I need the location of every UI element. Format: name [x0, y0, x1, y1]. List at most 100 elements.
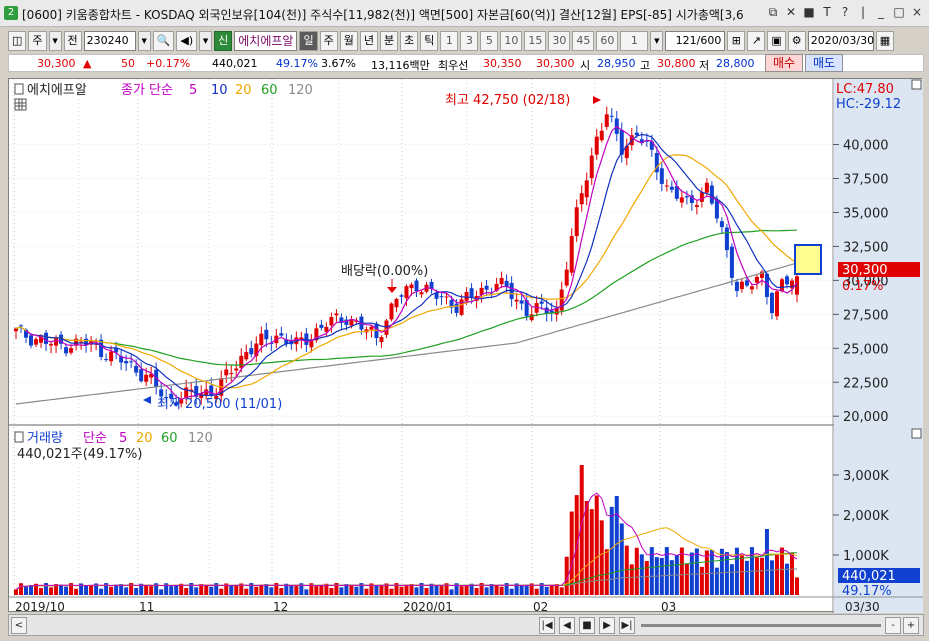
prev-button[interactable]: ◀	[559, 617, 575, 634]
volume-bar	[639, 554, 644, 595]
chevron-down-icon[interactable]: ▼	[137, 31, 151, 51]
step-3-button[interactable]: 3	[460, 31, 479, 51]
volume-ratio: 49.17%	[276, 57, 318, 70]
period-type2-select[interactable]: 전	[63, 31, 82, 51]
step-10-button[interactable]: 10	[500, 31, 523, 51]
window-close-icon[interactable]: ×	[909, 4, 925, 21]
volume-bar	[174, 584, 179, 595]
period-second-button[interactable]: 초	[400, 31, 419, 51]
volume-bar	[149, 586, 154, 595]
candle-body	[44, 332, 49, 344]
chart-area[interactable]: 40,000 37,500 35,000 32,500 30,000 27,500 25,0…	[8, 78, 923, 614]
save-icon[interactable]: ▣	[767, 31, 786, 51]
chevron-down-icon[interactable]: ▼	[48, 31, 62, 51]
new-stock-button[interactable]: 신	[214, 31, 233, 51]
candle-body	[29, 335, 34, 346]
stock-code-input[interactable]: 230240	[83, 31, 136, 51]
candle-body	[749, 286, 754, 290]
best-ask-label: 최우선	[438, 59, 469, 72]
price-tick-label: 32,500	[843, 240, 889, 255]
buy-button[interactable]: 매수	[765, 54, 803, 72]
candle-body	[459, 299, 464, 315]
color-icon[interactable]: ■	[801, 4, 817, 21]
candle-settings-icon[interactable]: ⊞	[727, 31, 746, 51]
candle-body	[209, 385, 214, 396]
data-count-input[interactable]: 121/600	[665, 31, 726, 51]
volume-bar	[439, 586, 444, 595]
step-15-button[interactable]: 15	[524, 31, 547, 51]
volume-bar	[519, 585, 524, 595]
period-minute-button[interactable]: 분	[379, 31, 399, 51]
first-button[interactable]: |◀	[539, 617, 555, 634]
volume-panel-close-icon[interactable]	[911, 428, 922, 439]
zoom-in-button[interactable]: +	[903, 617, 919, 634]
step-value-select[interactable]: 1	[620, 31, 649, 51]
x-axis-labels: 2019/10 11 12 2020/01 02 03	[15, 600, 676, 614]
link-icon[interactable]: ⧉	[765, 4, 781, 21]
maximize-icon[interactable]: □	[891, 4, 907, 21]
period-year-button[interactable]: 년	[359, 31, 378, 51]
period-tick-button[interactable]: 틱	[420, 31, 439, 51]
stop-button[interactable]: ■	[579, 617, 595, 634]
period-type-select[interactable]: 주	[28, 31, 47, 51]
zoom-slider[interactable]	[641, 624, 881, 627]
chevron-down-icon[interactable]: ▼	[650, 31, 664, 51]
collapse-icon[interactable]	[14, 83, 24, 95]
help-icon[interactable]: ?	[837, 4, 853, 21]
chevron-down-icon[interactable]: ▼	[199, 31, 213, 51]
cursor-box[interactable]	[794, 244, 822, 275]
calendar-icon[interactable]: ▦	[875, 31, 895, 51]
vol-ma60-label: 60	[161, 431, 178, 446]
volume-tick-label: 3,000K	[843, 469, 889, 484]
table-icon[interactable]	[14, 98, 27, 111]
close-icon[interactable]: ✕	[783, 4, 799, 21]
window-title: [0600] 키움종합차트 - KOSDAQ 외국인보유[104(천)] 주식수…	[22, 8, 744, 22]
gear-icon[interactable]: ⚙	[787, 31, 806, 51]
volume-bar	[229, 585, 234, 595]
font-icon[interactable]: T	[819, 4, 835, 21]
grid-lines	[9, 79, 833, 597]
step-5-button[interactable]: 5	[480, 31, 499, 51]
volume-bar	[109, 586, 114, 595]
speaker-icon[interactable]: ◀)	[176, 31, 198, 51]
candle-body	[514, 299, 519, 302]
ma60-label: 60	[261, 83, 278, 98]
price-panel-close-icon[interactable]	[911, 79, 922, 90]
last-button[interactable]: ▶|	[619, 617, 635, 634]
volume-tag-text: 440,021	[842, 569, 896, 584]
volume-bar	[279, 588, 284, 595]
minimize-icon[interactable]: _	[873, 4, 889, 21]
candle-body	[239, 355, 244, 368]
zoom-out-button[interactable]: -	[885, 617, 901, 634]
candle-body	[259, 333, 264, 346]
price-volume-chart[interactable]: 40,00037,50035,00032,50030,00027,50025,0…	[9, 79, 923, 614]
volume-bar	[494, 584, 499, 595]
window-controls: ⧉ ✕ ■ T ? | _ □ ×	[765, 4, 925, 21]
candle-body	[439, 296, 444, 298]
date-input[interactable]: 2020/03/30	[807, 31, 874, 51]
candle-body	[444, 296, 449, 298]
draw-tool-icon[interactable]: ↗	[747, 31, 766, 51]
period-week-button[interactable]: 주	[319, 31, 338, 51]
x-axis-label: 11	[139, 600, 154, 613]
volume-collapse-icon[interactable]	[14, 431, 24, 443]
step-60-button[interactable]: 60	[596, 31, 619, 51]
price-stock-label: 에치에프알	[27, 83, 87, 98]
volume-bar	[349, 584, 354, 595]
step-30-button[interactable]: 30	[548, 31, 571, 51]
search-icon[interactable]: 🔍	[152, 31, 175, 51]
step-1-button[interactable]: 1	[440, 31, 459, 51]
vol-ma120-label: 120	[188, 431, 213, 446]
next-button[interactable]: ▶	[599, 617, 615, 634]
volume-bar	[319, 584, 324, 595]
period-month-button[interactable]: 월	[339, 31, 358, 51]
volume-bar	[414, 587, 419, 595]
volume-bar	[159, 589, 164, 595]
candle-body	[574, 207, 579, 237]
scroll-left-button[interactable]: <	[11, 617, 27, 634]
period-day-button[interactable]: 일	[299, 31, 318, 51]
layout-icon[interactable]: ◫	[8, 31, 27, 51]
candle-body	[519, 300, 524, 304]
step-45-button[interactable]: 45	[572, 31, 595, 51]
sell-button[interactable]: 매도	[805, 54, 843, 72]
